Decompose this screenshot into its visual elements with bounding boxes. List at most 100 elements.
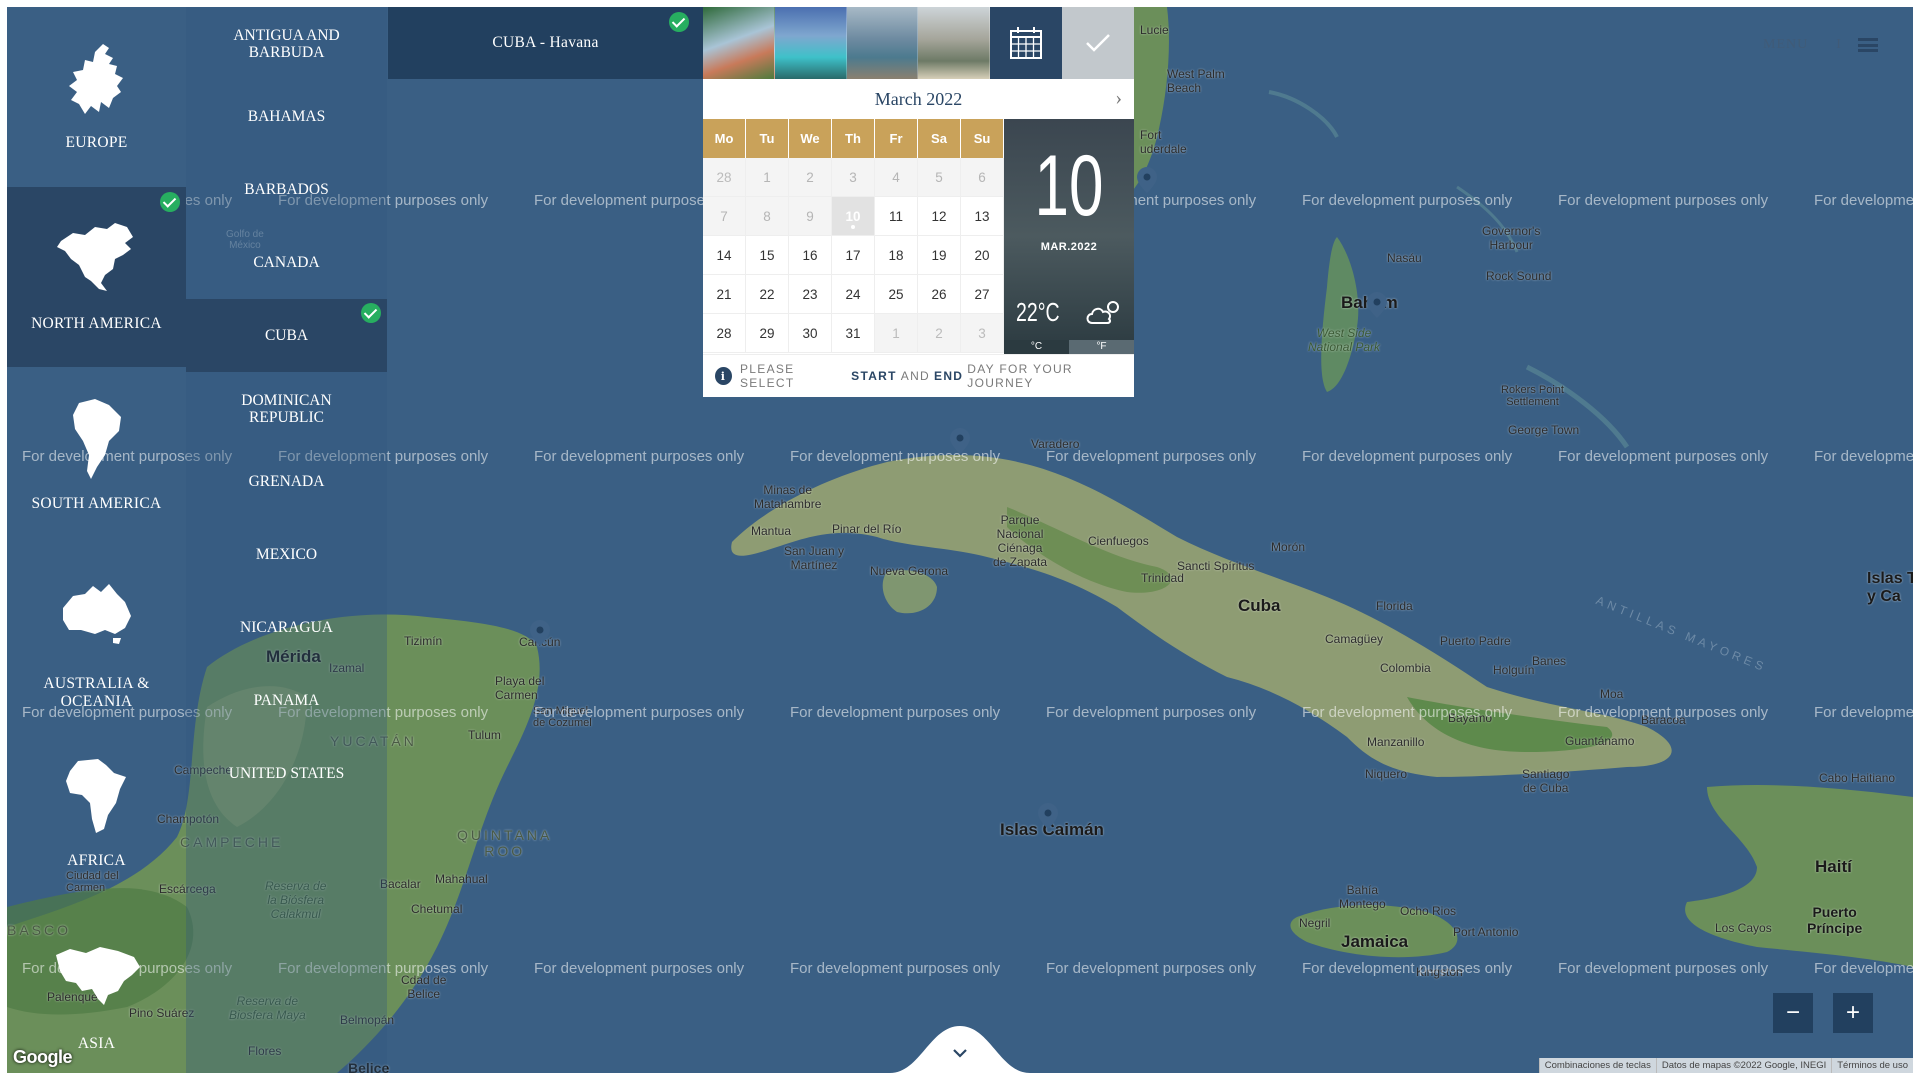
calendar-day[interactable]: 31 (832, 314, 875, 353)
temperature-unit-toggle: °C °F (1004, 340, 1134, 354)
country-label: DOMINICAN REPUBLIC (241, 391, 332, 426)
map-pin-icon[interactable] (530, 620, 550, 646)
europe-icon (68, 44, 123, 114)
calendar-day: 28 (703, 158, 746, 197)
map-pin-icon[interactable] (1367, 292, 1387, 318)
map-label-jamaica: Jamaica (1341, 932, 1409, 951)
zoom-out-button[interactable]: − (1773, 993, 1813, 1033)
calendar-day: 4 (875, 158, 918, 197)
calendar-day[interactable]: 30 (789, 314, 832, 353)
country-item[interactable]: NICARAGUA (186, 591, 387, 664)
calendar-day[interactable]: 11 (875, 197, 918, 236)
chevron-right-icon[interactable]: › (1115, 87, 1122, 110)
destination-photo[interactable] (918, 7, 990, 79)
hamburger-icon[interactable] (1857, 38, 1878, 52)
map-label-zapata: Parque Nacional Ciénaga de Zapata (993, 513, 1048, 569)
calendar-button[interactable] (990, 7, 1062, 79)
map-label-santiago: Santiago de Cuba (1522, 767, 1570, 795)
scroll-down-button[interactable] (890, 1026, 1030, 1073)
asia-icon (55, 947, 140, 1005)
country-item[interactable]: CUBA (186, 299, 387, 372)
map-label-ocho-rios: Ocho Rios (1400, 904, 1457, 918)
country-item[interactable]: DOMINICAN REPUBLIC (186, 372, 387, 445)
menu-label[interactable]: MENU (1763, 37, 1808, 53)
map-label-tulum: Tulum (468, 728, 501, 742)
menu-separator: I (1836, 37, 1842, 52)
calendar-day[interactable]: 19 (918, 236, 961, 275)
calendar-day[interactable]: 18 (875, 236, 918, 275)
destination-photo[interactable] (774, 7, 847, 79)
calendar-day[interactable]: 17 (832, 236, 875, 275)
calendar-day[interactable]: 25 (875, 275, 918, 314)
calendar-header: March 2022 › (703, 79, 1134, 119)
app-stage: Cuba Baham Islas Caimán Jamaica Haití Mé… (7, 7, 1913, 1073)
country-item[interactable]: BARBADOS (186, 153, 387, 226)
north-america-icon (56, 223, 133, 291)
calendar-day[interactable]: 10 (832, 197, 875, 236)
continent-south-america[interactable]: SOUTH AMERICA (7, 367, 186, 547)
unit-celsius-button[interactable]: °C (1004, 340, 1069, 354)
hint-text-post: DAY FOR YOUR JOURNEY (967, 362, 1073, 390)
country-item[interactable]: BAHAMAS (186, 80, 387, 153)
country-label: ANTIGUA AND BARBUDA (233, 26, 340, 61)
calendar-day[interactable]: 14 (703, 236, 746, 275)
continent-label: SOUTH AMERICA (31, 495, 162, 512)
country-item[interactable]: PANAMA (186, 664, 387, 737)
hint-text-pre: PLEASE SELECT (739, 362, 795, 390)
weather-day: 10 (1034, 138, 1104, 234)
calendar-day: 8 (746, 197, 789, 236)
map-pin-icon[interactable] (950, 428, 970, 454)
calendar-day[interactable]: 20 (961, 236, 1004, 275)
destination-photo[interactable] (703, 7, 775, 79)
map-label-guantanamo: Guantánamo (1565, 734, 1635, 748)
unit-fahrenheit-button[interactable]: °F (1069, 340, 1134, 354)
weekday-header: Tu (746, 119, 789, 158)
weather-temperature: 22°C (1016, 297, 1060, 327)
calendar-day[interactable]: 13 (961, 197, 1004, 236)
continent-africa[interactable]: AFRICA (7, 727, 186, 907)
calendar-day[interactable]: 12 (918, 197, 961, 236)
country-label: BARBADOS (244, 181, 329, 198)
map-label-playa-del-carmen: Playa del Carmen (495, 674, 545, 702)
calendar-day: 7 (703, 197, 746, 236)
continent-australia[interactable]: AUSTRALIA & OCEANIA (7, 547, 186, 727)
map-label-chetumal: Chetumal (411, 902, 463, 916)
confirm-button[interactable] (1062, 7, 1134, 79)
terms-link[interactable]: Términos de uso (1831, 1058, 1913, 1073)
country-label: GRENADA (248, 473, 325, 490)
country-item[interactable]: MEXICO (186, 518, 387, 591)
map-pin-icon[interactable] (1137, 167, 1157, 193)
zoom-in-button[interactable]: + (1833, 993, 1873, 1033)
calendar-day[interactable]: 27 (961, 275, 1004, 314)
weekday-header: Sa (918, 119, 961, 158)
map-label-mahahual: Mahahual (435, 872, 488, 886)
calendar-day[interactable]: 23 (789, 275, 832, 314)
map-label-islas-turcas: Islas T y Ca (1867, 570, 1913, 605)
calendar-day[interactable]: 15 (746, 236, 789, 275)
map-label-negril: Negril (1299, 916, 1331, 930)
calendar-day[interactable]: 29 (746, 314, 789, 353)
selected-check-icon (361, 303, 381, 323)
calendar-day[interactable]: 28 (703, 314, 746, 353)
country-item[interactable]: UNITED STATES (186, 737, 387, 810)
continent-north-america[interactable]: NORTH AMERICA (7, 187, 186, 367)
calendar-day[interactable]: 24 (832, 275, 875, 314)
continent-asia[interactable]: ASIA (7, 907, 186, 1073)
calendar-day[interactable]: 16 (789, 236, 832, 275)
weekday-header: Fr (875, 119, 918, 158)
country-item[interactable]: GRENADA (186, 445, 387, 518)
calendar-day[interactable]: 26 (918, 275, 961, 314)
destination-photo[interactable] (846, 7, 919, 79)
main-menu[interactable]: MENU I (1763, 37, 1878, 53)
country-item[interactable]: CANADA (186, 226, 387, 299)
calendar-day[interactable]: 22 (746, 275, 789, 314)
selected-destination[interactable]: CUBA - Havana (388, 7, 703, 79)
keyboard-shortcuts-link[interactable]: Combinaciones de teclas (1538, 1058, 1656, 1073)
continent-europe[interactable]: EUROPE (7, 7, 186, 187)
destination-label: CUBA - Havana (492, 34, 599, 51)
map-label-quintana-roo: QUINTANA ROO (457, 827, 553, 859)
country-item[interactable]: ANTIGUA AND BARBUDA (186, 7, 387, 80)
map-label-san-juan: San Juan y Martínez (784, 544, 845, 572)
map-pin-icon[interactable] (1038, 803, 1058, 829)
calendar-day[interactable]: 21 (703, 275, 746, 314)
